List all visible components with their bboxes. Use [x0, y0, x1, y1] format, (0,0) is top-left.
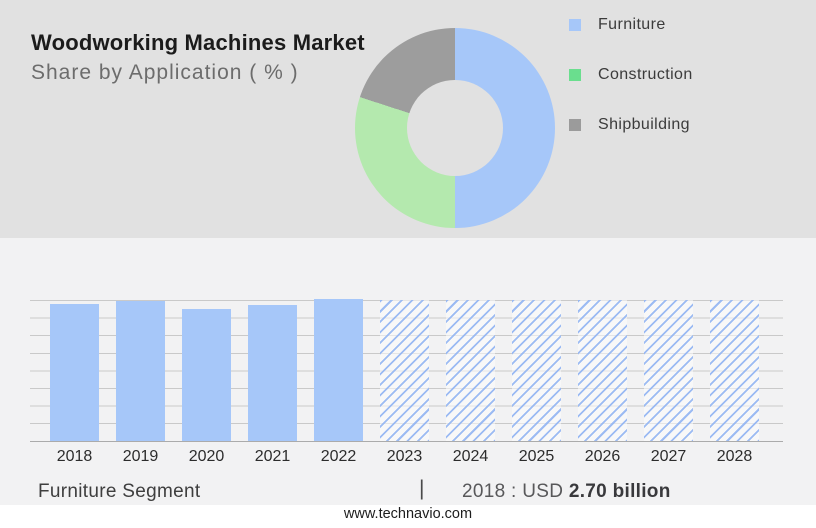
x-axis-label-2027: 2027 [650, 448, 687, 465]
x-axis-label-2023: 2023 [386, 448, 423, 465]
x-axis-label-2022: 2022 [320, 448, 357, 465]
bar-2018 [50, 304, 99, 441]
infographic-page: Woodworking Machines Market Share by App… [0, 0, 816, 528]
bar-2019 [116, 301, 165, 441]
x-axis-labels: 2018 2019 2020 2021 2022 2023 2024 2025 2026 2027… [30, 448, 783, 468]
value-bold: 2.70 billion [568, 481, 671, 502]
bar-2022 [314, 299, 363, 441]
legend-item-construction: Construction [569, 61, 789, 89]
x-axis-label-2018: 2018 [56, 448, 93, 465]
bar-plot [30, 299, 783, 442]
segment-caption: Furniture Segment [38, 481, 201, 502]
x-axis-label-2021: 2021 [254, 448, 291, 465]
x-axis-line [30, 440, 783, 442]
x-axis-label-2028: 2028 [716, 448, 753, 465]
legend-label: Construction [598, 66, 693, 83]
page-subtitle: Share by Application ( % ) [31, 61, 299, 84]
x-axis-label-2024: 2024 [452, 448, 489, 465]
bar-2024 [446, 300, 495, 441]
bar-2026 [578, 300, 627, 441]
construction-swatch-icon [569, 69, 581, 81]
donut-hole [407, 80, 503, 176]
legend-label: Furniture [598, 16, 666, 33]
legend-item-furniture: Furniture [569, 11, 789, 39]
x-axis-label-2025: 2025 [518, 448, 555, 465]
source-url: www.technavio.com [343, 506, 473, 522]
bar-2027 [644, 300, 693, 441]
bar-2028 [710, 300, 759, 441]
shipbuilding-swatch-icon [569, 119, 581, 131]
legend-label: Shipbuilding [598, 116, 690, 133]
bar-2025 [512, 300, 561, 441]
page-title: Woodworking Machines Market [31, 30, 365, 55]
bar-2023 [380, 300, 429, 441]
value-prefix: 2018 : USD [462, 481, 564, 502]
segment-value-caption: 2018 : USD 2.70 billion [462, 481, 671, 503]
bar-2020 [182, 309, 231, 441]
x-axis-label-2026: 2026 [584, 448, 621, 465]
legend-item-shipbuilding: Shipbuilding [569, 111, 789, 139]
caption-separator: | [419, 477, 425, 500]
x-axis-label-2019: 2019 [122, 448, 159, 465]
bar-2021 [248, 305, 297, 441]
furniture-swatch-icon [569, 19, 581, 31]
legend: Furniture Construction Shipbuilding [569, 11, 789, 161]
x-axis-label-2020: 2020 [188, 448, 225, 465]
